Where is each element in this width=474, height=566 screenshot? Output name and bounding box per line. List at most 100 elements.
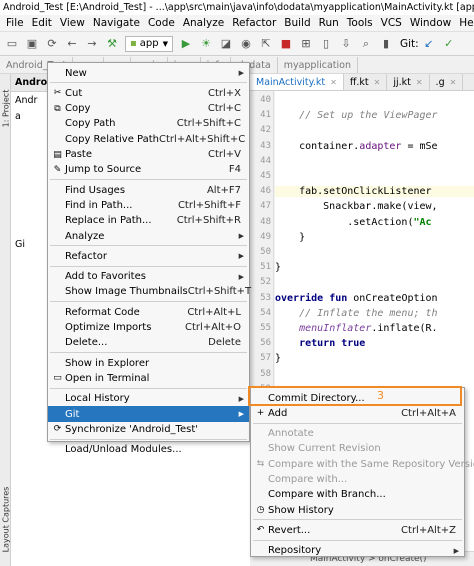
context-menu-item-git[interactable]: Git ▶	[48, 406, 249, 422]
context-menu-item-cut[interactable]: ✂ Cut Ctrl+X	[48, 85, 249, 101]
close-icon[interactable]: ✕	[416, 78, 423, 87]
context-menu-item-shortcut: Alt+F7	[206, 184, 241, 196]
close-icon[interactable]: ✕	[450, 78, 457, 87]
context-menu-item-shortcut: F4	[228, 164, 241, 176]
sync-icon[interactable]: ⟳	[44, 36, 60, 52]
context-menu-item-replace-in-path[interactable]: Replace in Path... Ctrl+Shift+R	[48, 213, 249, 229]
gradle-sync-icon[interactable]: ⊞	[298, 36, 314, 52]
layout-captures-tab[interactable]: Layout Captures	[0, 474, 11, 564]
close-icon[interactable]: ✕	[330, 78, 337, 87]
menu-window[interactable]: Window	[406, 17, 455, 29]
git-menu-item-label: Repository	[268, 545, 322, 557]
chevron-right-icon: ▶	[238, 394, 244, 403]
context-menu-item-analyze[interactable]: Analyze ▶	[48, 228, 249, 244]
context-menu-item-optimize-imports[interactable]: Optimize Imports Ctrl+Alt+O	[48, 320, 249, 336]
avd-icon[interactable]: ▯	[318, 36, 334, 52]
menu-help[interactable]: Help	[455, 17, 474, 29]
profile-icon[interactable]: ◉	[238, 36, 254, 52]
context-menu-item-jump-to-source[interactable]: ✎ Jump to Source F4	[48, 162, 249, 178]
code-line: }	[275, 353, 282, 365]
editor-tab-ff-kt[interactable]: ff.kt ✕	[344, 74, 388, 90]
menu-separator	[50, 438, 247, 440]
context-menu-item-open-in-terminal[interactable]: ▭ Open in Terminal	[48, 370, 249, 386]
menu-separator	[50, 301, 247, 303]
editor-tabs: MainActivity.kt ✕ ff.kt ✕ jj.kt ✕ .g ✕	[250, 74, 474, 91]
context-menu-item-add-to-favorites[interactable]: Add to Favorites ▶	[48, 269, 249, 285]
editor-tab-jj-kt[interactable]: jj.kt ✕	[387, 74, 430, 90]
context-menu-item-new[interactable]: New ▶	[48, 65, 249, 81]
git-menu-item-commit-directory[interactable]: Commit Directory...	[251, 390, 464, 406]
context-menu-item-copy-path[interactable]: Copy Path Ctrl+Shift+C	[48, 116, 249, 132]
nav-crumb-myapplication[interactable]: myapplication	[278, 57, 358, 73]
device-icon[interactable]: ▮	[378, 36, 394, 52]
editor-tab-mainactivity-kt[interactable]: MainActivity.kt ✕	[250, 74, 344, 90]
search-icon[interactable]: ⌕	[358, 36, 374, 52]
code-line: // Inflate the menu; th	[275, 307, 438, 319]
menu-run[interactable]: Run	[315, 17, 343, 29]
git-commit-icon[interactable]: ✓	[441, 36, 457, 52]
forward-icon[interactable]: →	[84, 36, 100, 52]
menu-tools[interactable]: Tools	[343, 17, 377, 29]
context-menu-item-shortcut: Ctrl+C	[207, 103, 241, 115]
run-icon[interactable]: ▶	[178, 36, 194, 52]
menu-edit[interactable]: Edit	[28, 17, 56, 29]
line-number: 47	[260, 201, 271, 212]
back-icon[interactable]: ←	[64, 36, 80, 52]
context-menu-item-label: Synchronize 'Android_Test'	[65, 423, 198, 435]
context-menu-item-show-image-thumbnails[interactable]: Show Image Thumbnails Ctrl+Shift+T	[48, 284, 251, 300]
sdk-icon[interactable]: ⇩	[338, 36, 354, 52]
git-menu-item-show-history[interactable]: ◷ Show History	[251, 502, 464, 518]
code-line: override fun onCreateOption	[275, 292, 438, 304]
context-menu-item-synchronize-android-test[interactable]: ⟳ Synchronize 'Android_Test'	[48, 421, 249, 437]
git-menu-item-add[interactable]: + Add Ctrl+Alt+A	[251, 405, 464, 421]
context-menu-item-copy[interactable]: ⧉ Copy Ctrl+C	[48, 101, 249, 117]
project-tool-tab-label: 1: Project	[1, 89, 11, 127]
context-menu-item-local-history[interactable]: Local History ▶	[48, 391, 249, 407]
stop-icon[interactable]: ■	[278, 36, 294, 52]
menu-refactor[interactable]: Refactor	[228, 17, 280, 29]
menu-file[interactable]: File	[2, 17, 28, 29]
menu-code[interactable]: Code	[144, 17, 179, 29]
menu-separator	[253, 422, 462, 424]
context-menu-item-delete[interactable]: Delete... Delete	[48, 335, 249, 351]
line-number: 45	[260, 171, 271, 181]
context-menu-item-find-usages[interactable]: Find Usages Alt+F7	[48, 182, 249, 198]
attach-icon[interactable]: ⇱	[258, 36, 274, 52]
folder-icon[interactable]: ▭	[4, 36, 20, 52]
menu-vcs[interactable]: VCS	[377, 17, 406, 29]
context-menu-item-refactor[interactable]: Refactor ▶	[48, 248, 249, 264]
git-menu-item-repository[interactable]: Repository ▶	[251, 543, 464, 559]
close-icon[interactable]: ✕	[374, 78, 381, 87]
menu-separator	[50, 245, 247, 247]
context-menu-item-label: Delete...	[65, 337, 108, 349]
window-title: Android_Test [E:\Android_Test] - ...\app…	[3, 2, 474, 13]
git-menu-item-label: Show Current Revision	[268, 443, 381, 455]
menu-analyze[interactable]: Analyze	[179, 17, 228, 29]
git-menu-item-label: Commit Directory...	[268, 392, 365, 404]
context-menu-item-load-unload-modules[interactable]: Load/Unload Modules...	[48, 442, 249, 458]
project-tool-tab[interactable]: 1: Project	[0, 78, 11, 138]
run-config-select[interactable]: ▪ app ▼	[125, 35, 173, 52]
hammer-icon[interactable]: ⚒	[104, 36, 120, 52]
git-menu-item-compare-with-branch[interactable]: Compare with Branch...	[251, 487, 464, 503]
save-icon[interactable]: ▣	[24, 36, 40, 52]
menu-navigate[interactable]: Navigate	[89, 17, 144, 29]
menu-view[interactable]: View	[56, 17, 89, 29]
coverage-icon[interactable]: ◪	[218, 36, 234, 52]
context-menu-item-show-in-explorer[interactable]: Show in Explorer	[48, 355, 249, 371]
context-menu-item-paste[interactable]: ▤ Paste Ctrl+V	[48, 147, 249, 163]
context-menu-item-find-in-path[interactable]: Find in Path... Ctrl+Shift+F	[48, 197, 249, 213]
git-menu-item-revert[interactable]: ↶ Revert... Ctrl+Alt+Z	[251, 522, 464, 538]
context-menu-item-label: Load/Unload Modules...	[65, 444, 182, 456]
android-icon: ▪	[130, 38, 137, 49]
git-update-icon[interactable]: ↙	[421, 36, 437, 52]
debug-icon[interactable]: ☀	[198, 36, 214, 52]
code-line: return true	[299, 338, 366, 350]
context-menu-item-reformat-code[interactable]: Reformat Code Ctrl+Alt+L	[48, 304, 249, 320]
menu-build[interactable]: Build	[280, 17, 314, 29]
editor-tab-g[interactable]: .g ✕	[430, 74, 464, 90]
line-number: 57	[260, 353, 271, 364]
git-menu-item-label: Show History	[268, 504, 334, 516]
context-menu-item-copy-relative-path[interactable]: Copy Relative Path Ctrl+Alt+Shift+C	[48, 131, 249, 147]
line-number: 40	[260, 95, 271, 105]
